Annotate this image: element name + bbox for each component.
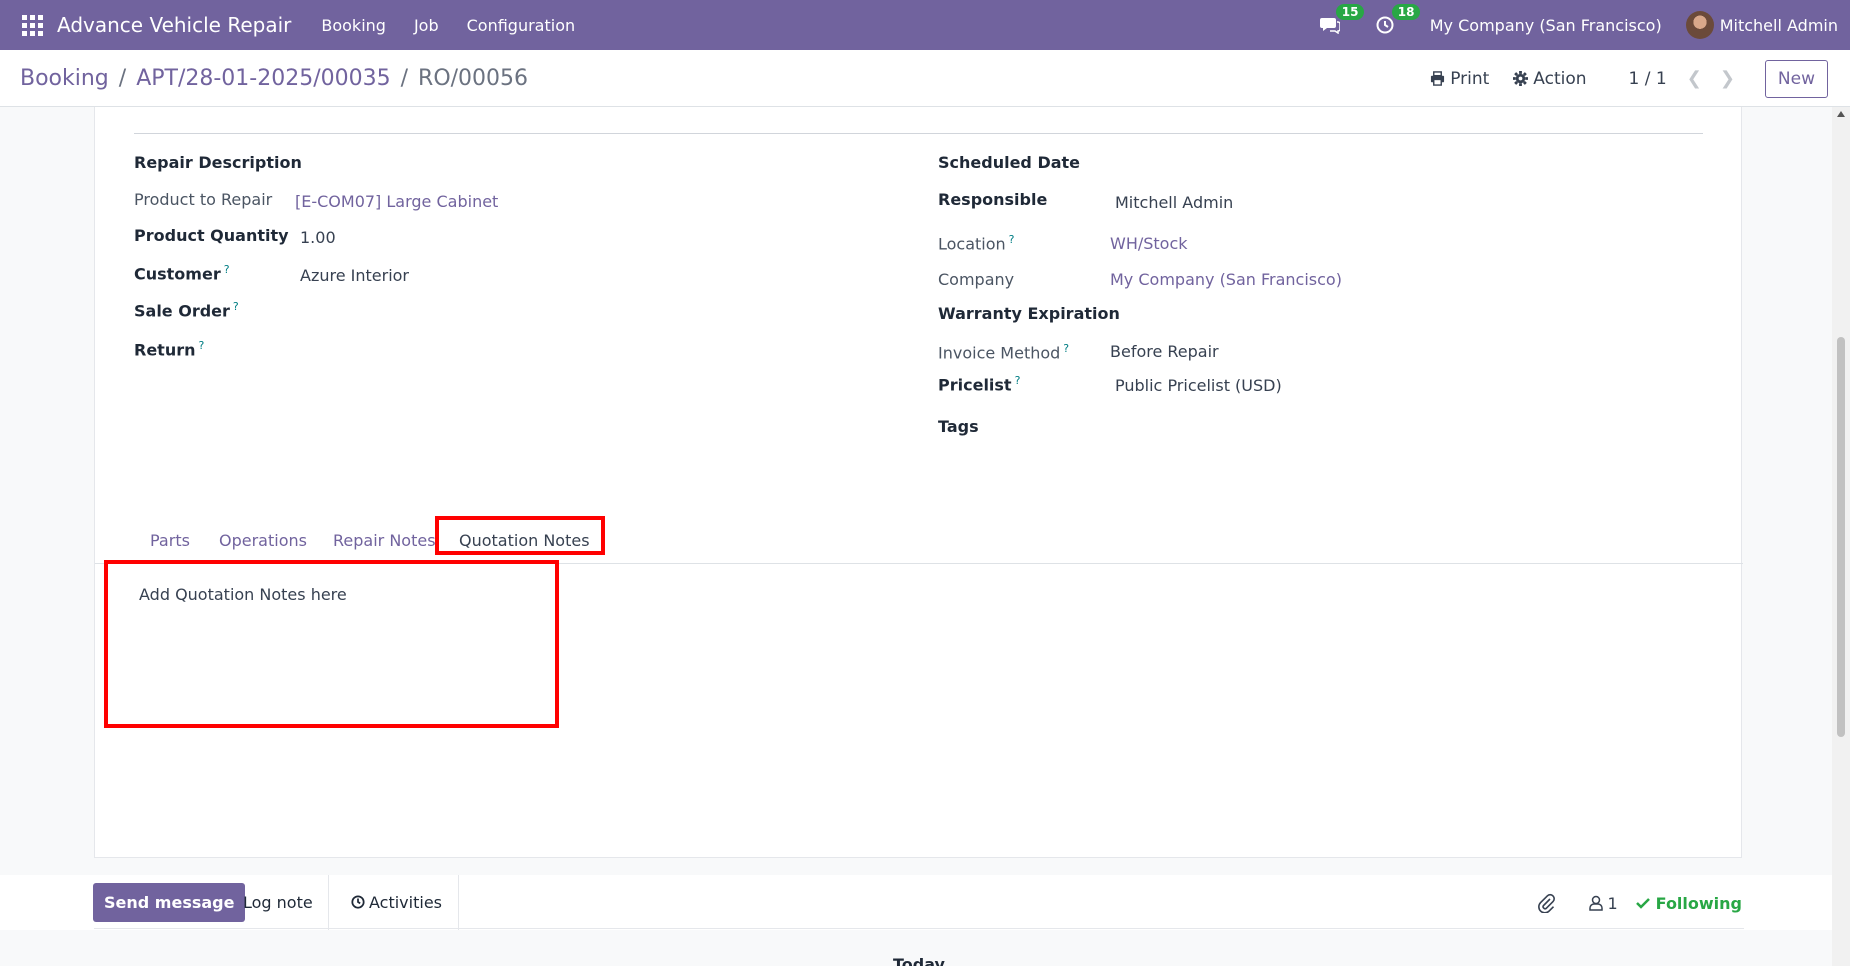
messages-count-badge: 15 (1335, 4, 1365, 20)
user-avatar[interactable] (1685, 11, 1714, 39)
company-switcher[interactable]: My Company (San Francisco) (1430, 16, 1662, 35)
product-to-repair-label: Product to Repair (134, 190, 273, 209)
chatter-topbar: Send message Log note Activities 1 Follo… (0, 875, 1850, 930)
product-quantity-field[interactable]: 1.00 (300, 228, 336, 247)
menu-job[interactable]: Job (414, 16, 439, 35)
pager-previous-icon[interactable]: ❮ (1687, 68, 1702, 89)
gear-icon (1513, 71, 1529, 86)
check-icon (1635, 898, 1650, 909)
help-icon[interactable]: ? (233, 300, 239, 313)
print-icon (1431, 71, 1445, 86)
warranty-expiration-label: Warranty Expiration (938, 304, 1120, 323)
top-navbar: Advance Vehicle Repair Booking Job Confi… (0, 0, 1850, 50)
breadcrumb-appointment[interactable]: APT/28-01-2025/00035 (136, 66, 390, 91)
send-message-button[interactable]: Send message (93, 883, 246, 922)
scheduled-date-label: Scheduled Date (938, 153, 1081, 172)
app-title[interactable]: Advance Vehicle Repair (57, 13, 291, 37)
clock-icon (351, 895, 365, 909)
breadcrumb-booking[interactable]: Booking (20, 66, 109, 91)
breadcrumb-separator: / (118, 65, 127, 91)
tags-label: Tags (938, 417, 979, 436)
repair-description-heading: Repair Description (134, 153, 302, 172)
print-button[interactable]: Print (1430, 69, 1489, 89)
divider (94, 928, 1744, 929)
help-icon[interactable]: ? (1015, 374, 1021, 387)
control-panel: Booking / APT/28-01-2025/00035 / RO/0005… (0, 50, 1850, 107)
tab-repair-notes[interactable]: Repair Notes (333, 531, 436, 550)
location-label: Location? (938, 233, 1015, 254)
menu-booking[interactable]: Booking (321, 16, 386, 35)
tab-highlight-box (435, 516, 605, 555)
responsible-field[interactable]: Mitchell Admin (1115, 193, 1233, 212)
pricelist-label: Pricelist? (938, 374, 1021, 395)
today-separator: Today (893, 955, 945, 966)
pricelist-field[interactable]: Public Pricelist (USD) (1115, 376, 1282, 395)
clock-icon (1376, 16, 1394, 34)
pager-value[interactable]: 1 / 1 (1629, 69, 1667, 89)
log-note-button[interactable]: Log note (228, 875, 329, 930)
action-button[interactable]: Action (1513, 68, 1587, 89)
tab-parts[interactable]: Parts (150, 531, 190, 550)
invoice-method-label: Invoice Method? (938, 342, 1070, 363)
divider (134, 133, 1703, 134)
tab-operations[interactable]: Operations (219, 531, 307, 550)
user-menu[interactable]: Mitchell Admin (1720, 16, 1838, 35)
sale-order-label: Sale Order? (134, 300, 239, 321)
location-field[interactable]: WH/Stock (1110, 234, 1188, 253)
notebook-tabs: Parts Operations Repair Notes Quotation … (95, 515, 1743, 564)
help-icon[interactable]: ? (224, 263, 230, 276)
company-field[interactable]: My Company (San Francisco) (1110, 270, 1342, 289)
customer-field[interactable]: Azure Interior (300, 266, 409, 285)
return-label: Return? (134, 339, 205, 360)
responsible-label: Responsible (938, 190, 1048, 209)
pager-next-icon[interactable]: ❯ (1720, 68, 1735, 89)
quotation-notes-editor[interactable]: Add Quotation Notes here (139, 585, 347, 604)
user-icon (1589, 895, 1604, 911)
breadcrumb-separator: / (400, 65, 409, 91)
form-sheet: Repair Description Product to Repair [E-… (94, 107, 1743, 858)
print-label: Print (1450, 68, 1490, 89)
paperclip-icon[interactable] (1537, 893, 1556, 913)
page-scrollbar[interactable] (1832, 107, 1850, 966)
invoice-method-field[interactable]: Before Repair (1110, 342, 1219, 361)
activities-count-badge: 18 (1391, 4, 1421, 20)
chat-icon (1319, 18, 1340, 34)
customer-label: Customer? (134, 263, 230, 284)
messages-button[interactable]: 15 (1319, 4, 1365, 34)
scroll-up-icon[interactable] (1837, 111, 1845, 117)
help-icon[interactable]: ? (199, 339, 205, 352)
help-icon[interactable]: ? (1063, 342, 1069, 355)
new-button[interactable]: New (1764, 59, 1828, 98)
scroll-thumb[interactable] (1837, 337, 1845, 737)
breadcrumb-current: RO/00056 (418, 65, 529, 91)
apps-menu-icon[interactable] (21, 14, 43, 36)
action-label: Action (1533, 68, 1587, 89)
activities-button[interactable]: Activities (331, 875, 459, 930)
menu-configuration[interactable]: Configuration (467, 16, 576, 35)
following-button[interactable]: Following (1635, 893, 1742, 913)
breadcrumb: Booking / APT/28-01-2025/00035 / RO/0005… (20, 66, 528, 91)
activities-label: Activities (369, 893, 442, 912)
product-to-repair-field[interactable]: [E-COM07] Large Cabinet (295, 192, 498, 211)
product-quantity-label: Product Quantity (134, 226, 289, 245)
followers-button[interactable]: 1 (1589, 893, 1618, 913)
help-icon[interactable]: ? (1009, 233, 1015, 246)
activities-button[interactable]: 18 (1376, 4, 1421, 34)
followers-count: 1 (1607, 893, 1618, 913)
company-label: Company (938, 270, 1015, 289)
following-label: Following (1655, 893, 1742, 913)
